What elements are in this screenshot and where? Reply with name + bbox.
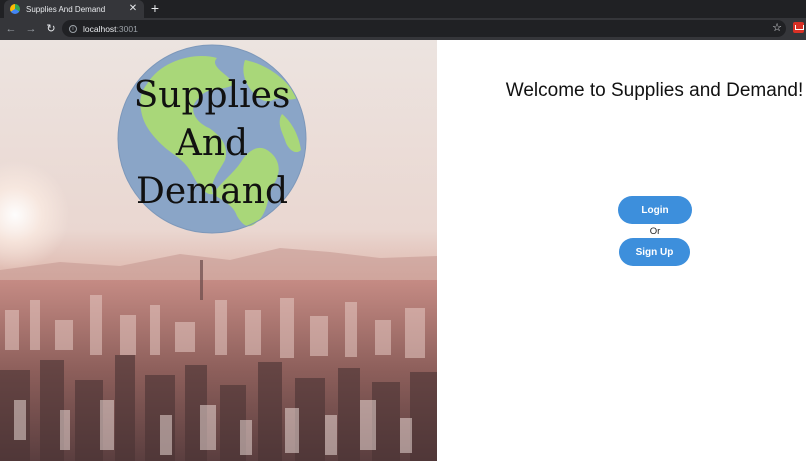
forward-arrow-icon[interactable]: → (22, 20, 40, 38)
back-arrow-icon[interactable]: ← (2, 20, 20, 38)
extension-icon[interactable] (793, 22, 804, 33)
welcome-heading: Welcome to Supplies and Demand! (505, 80, 804, 101)
page: Supplies And Demand Welcome to Supplies … (0, 40, 806, 461)
or-separator: Or (649, 226, 661, 237)
new-tab-icon[interactable]: + (148, 1, 162, 15)
close-tab-icon[interactable]: ✕ (128, 4, 138, 14)
address-bar[interactable]: i localhost:3001 ☆ (62, 20, 786, 37)
city-skyline (0, 260, 437, 461)
tab-strip: Supplies And Demand ✕ + (0, 0, 806, 18)
sign-up-button[interactable]: Sign Up (619, 238, 690, 266)
logo-text: Supplies And Demand (117, 72, 307, 216)
logo-line-1: Supplies (133, 75, 291, 116)
url-host: localhost (83, 23, 117, 34)
login-button[interactable]: Login (618, 196, 692, 224)
url-port: :3001 (116, 23, 138, 34)
bookmark-star-icon[interactable]: ☆ (772, 21, 782, 36)
info-icon[interactable]: i (69, 24, 77, 33)
logo-line-3: Demand (136, 171, 288, 212)
tab-title: Supplies And Demand (26, 4, 106, 14)
browser-tab[interactable]: Supplies And Demand ✕ (4, 0, 144, 18)
main-content: Welcome to Supplies and Demand! Login Or… (437, 40, 806, 461)
browser-toolbar: ← → ↻ i localhost:3001 ☆ (0, 18, 806, 40)
favicon-icon (10, 4, 20, 14)
logo-globe: Supplies And Demand (117, 44, 307, 234)
logo-line-2: And (175, 123, 249, 164)
reload-icon[interactable]: ↻ (42, 20, 60, 38)
hero-image: Supplies And Demand (0, 40, 437, 461)
